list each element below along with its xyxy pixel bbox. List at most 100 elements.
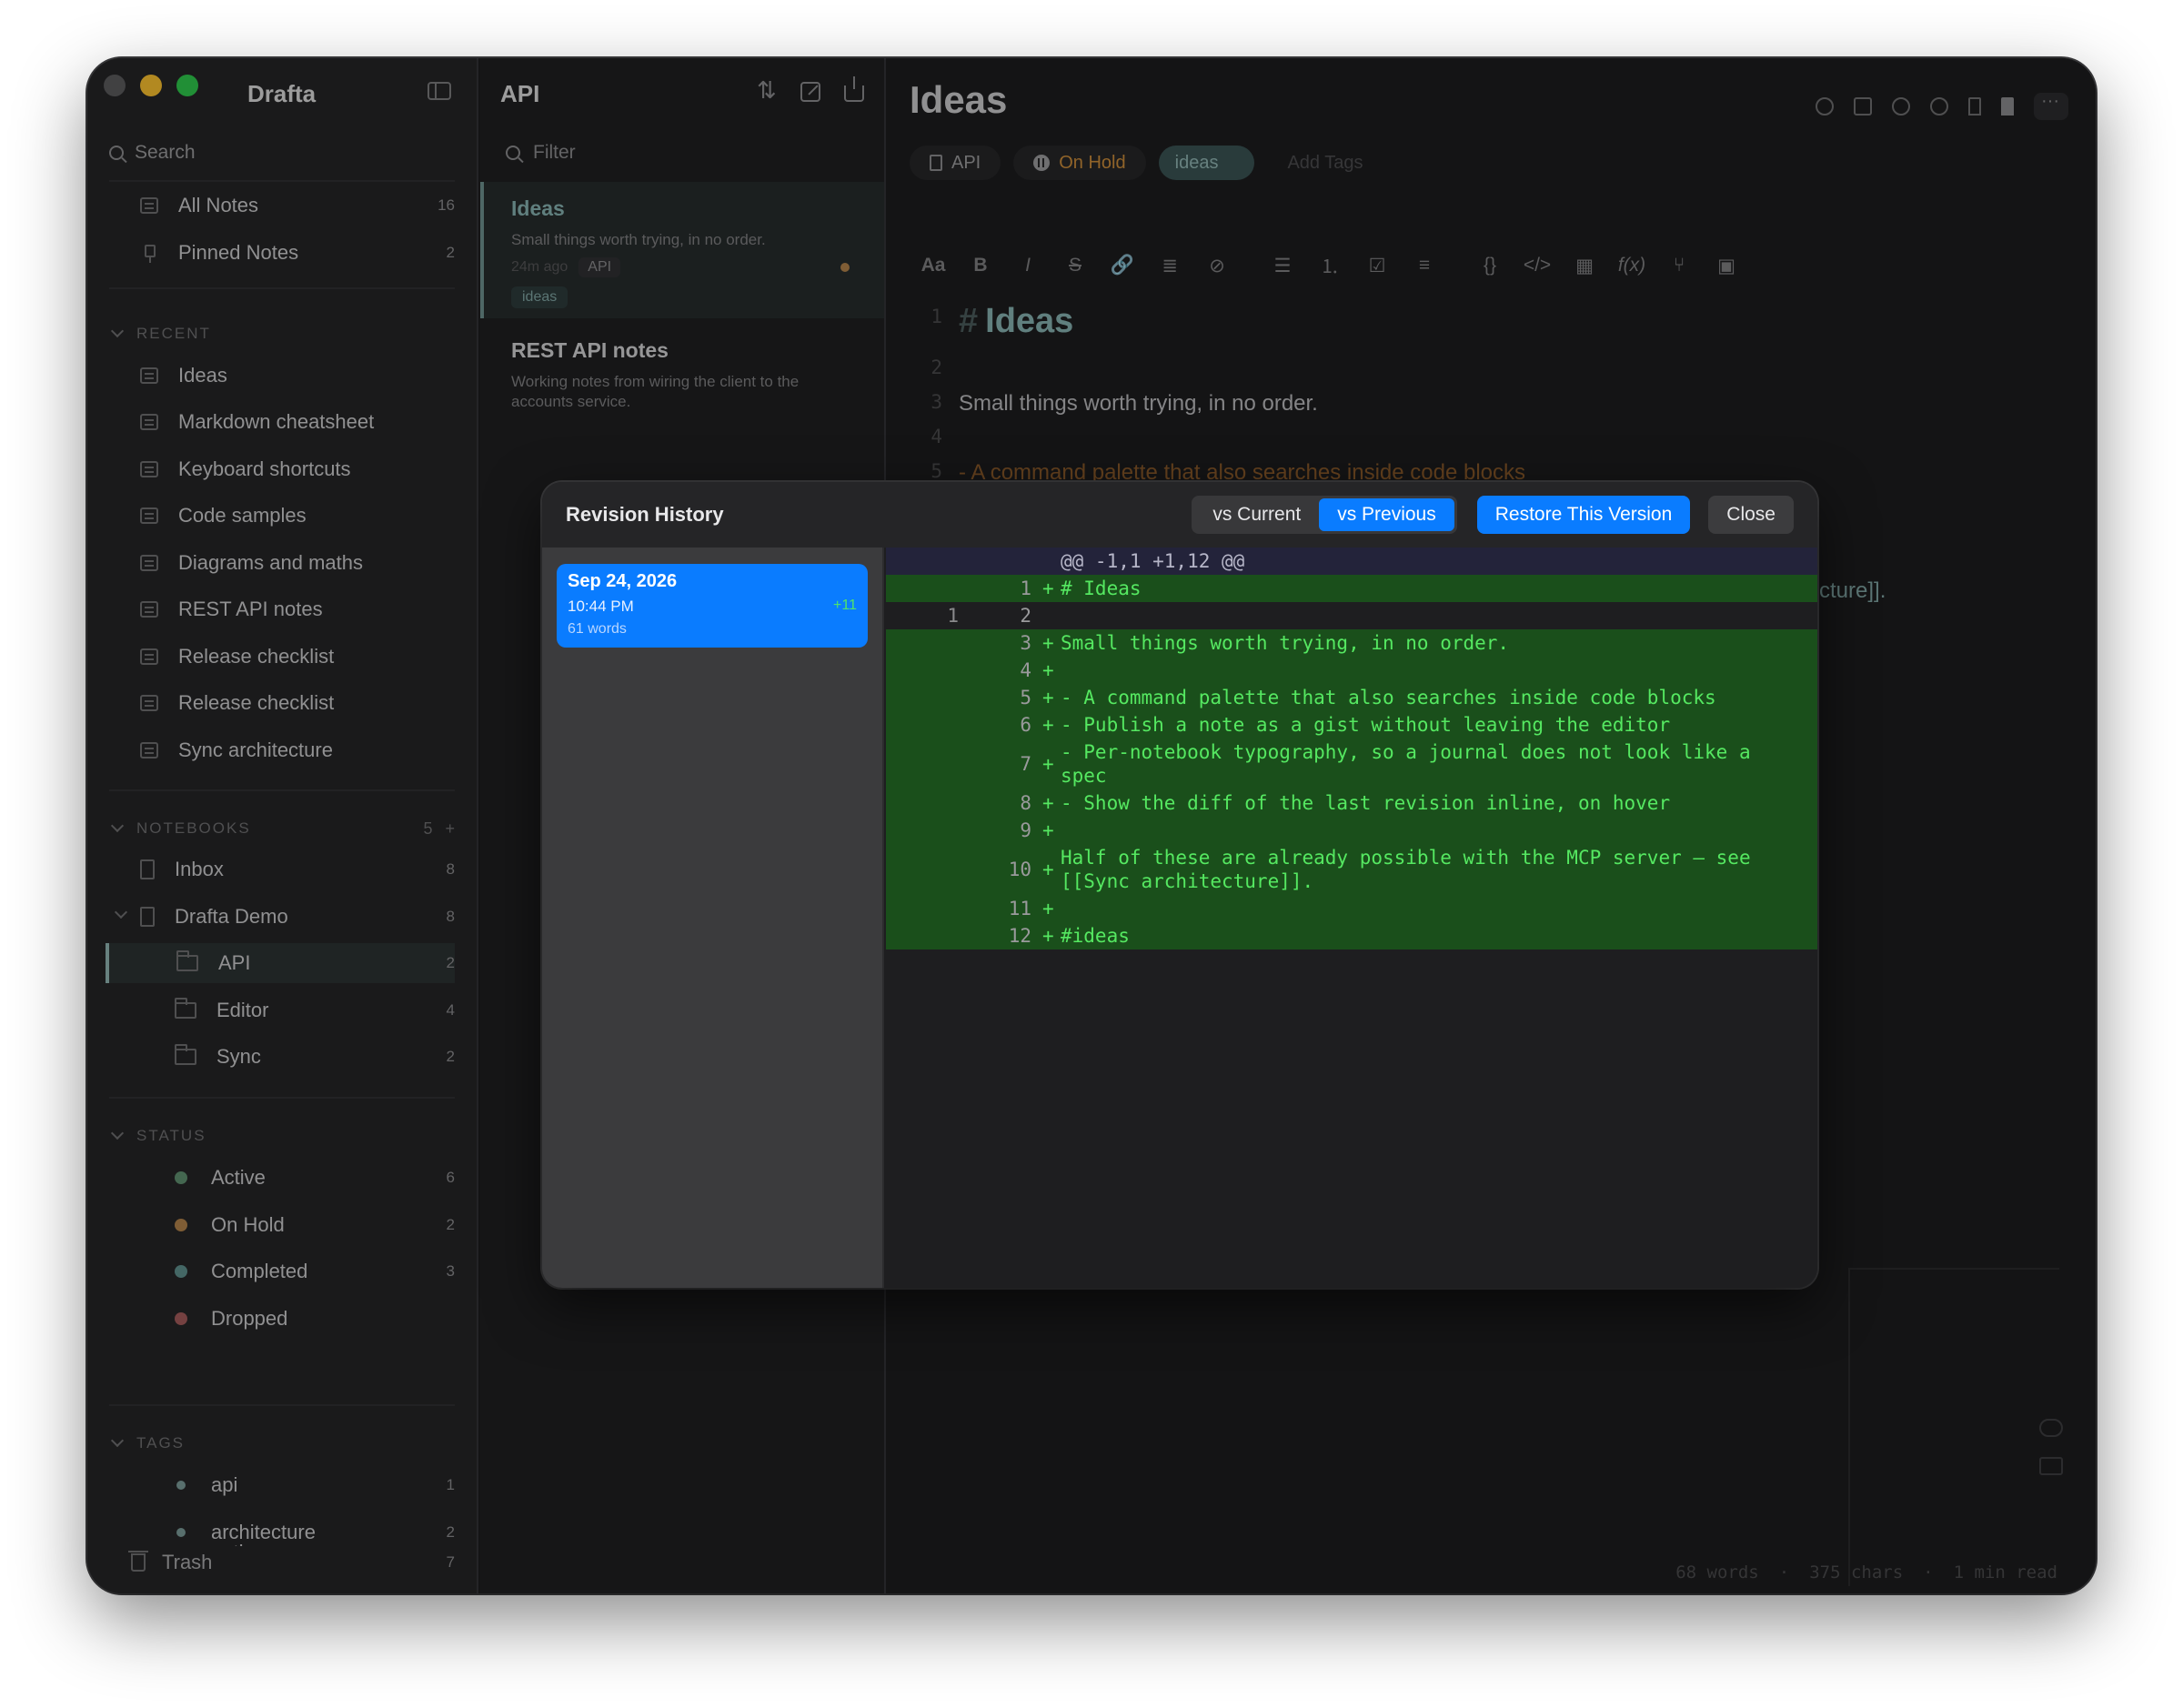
share-icon[interactable] [844, 76, 864, 102]
tag-chip[interactable]: ideas [1158, 146, 1255, 180]
new-note-icon[interactable] [800, 82, 820, 102]
note-card-rest-api-notes[interactable]: REST API notes Working notes from wiring… [480, 324, 884, 442]
sidebar-item-status-dropped[interactable]: Dropped [175, 1299, 455, 1339]
sidebar-item-trash[interactable]: Trash 7 [128, 1546, 455, 1579]
recent-item-label: Markdown cheatsheet [178, 410, 375, 433]
task-list-button[interactable]: ☑ [1353, 249, 1401, 282]
revision-item[interactable]: Sep 24, 2026 10:44 PM +11 61 words [557, 564, 868, 648]
sidebar-item-drafta-demo[interactable]: Drafta Demo 8 [114, 897, 455, 937]
diff-new-line-number: 2 [1020, 605, 1031, 627]
notebooks-count: 5 [423, 819, 433, 838]
diff-new-line-number: 7 [1020, 753, 1031, 775]
editor-wikilink-fragment[interactable]: cture]]. [1819, 578, 1886, 604]
outline-icon[interactable] [1854, 97, 1872, 116]
sidebar-item-sync[interactable]: Sync 2 [175, 1037, 455, 1077]
status-chip[interactable]: On Hold [1013, 146, 1146, 180]
close-button[interactable]: Close [1708, 496, 1794, 534]
editor-heading[interactable]: # Ideas [959, 302, 1073, 341]
recent-item[interactable]: REST API notes [140, 589, 455, 629]
sidebar-item-status-completed[interactable]: Completed 3 [175, 1251, 455, 1291]
vs-previous-button[interactable]: vs Previous [1319, 498, 1454, 531]
recent-item[interactable]: Keyboard shortcuts [140, 449, 455, 489]
image-button[interactable]: ▣ [1703, 249, 1750, 282]
recent-item[interactable]: Ideas [140, 356, 455, 396]
section-header-tags[interactable]: TAGS [110, 1430, 455, 1457]
word-count: 68 words [1675, 1562, 1759, 1582]
sidebar-item-api[interactable]: API 2 [106, 943, 455, 983]
chevron-down-icon [110, 324, 125, 338]
bookmark-icon[interactable] [1968, 97, 1981, 116]
link-button[interactable]: 🔗 [1099, 249, 1146, 282]
diff-line-text: - Per-notebook typography, so a journal … [1061, 741, 1763, 787]
section-label: STATUS [136, 1127, 206, 1144]
note-card-snippet: Working notes from wiring the client to … [511, 373, 800, 410]
table-button[interactable]: ▦ [1561, 249, 1608, 282]
revision-delta: +11 [833, 598, 857, 613]
branch-icon[interactable] [1930, 97, 1948, 116]
math-button[interactable]: f(x) [1608, 249, 1655, 282]
strikethrough-button[interactable]: S [1051, 249, 1099, 282]
recent-item[interactable]: Diagrams and maths [140, 543, 455, 583]
note-card-ideas[interactable]: Ideas Small things worth trying, in no o… [480, 182, 884, 318]
vs-current-button[interactable]: vs Current [1194, 498, 1319, 531]
diff-view: @@ -1,1 +1,12 @@ 1 + # Ideas 1 2 3 + Small thin… [886, 548, 1817, 1288]
note-title[interactable]: Ideas [910, 78, 1007, 122]
preview-eye-icon[interactable] [2039, 1419, 2063, 1437]
add-notebook-button[interactable]: + [445, 819, 455, 839]
sidebar-item-pinned-notes[interactable]: Pinned Notes 2 [140, 233, 455, 273]
inline-code-button[interactable]: </> [1514, 249, 1561, 282]
count-badge: 2 [446, 954, 455, 971]
recent-item[interactable]: Markdown cheatsheet [140, 402, 455, 442]
minimize-window-button[interactable] [140, 75, 162, 96]
note-icon [140, 461, 158, 477]
maximize-window-button[interactable] [176, 75, 198, 96]
section-header-notebooks[interactable]: NOTEBOOKS 5 + [110, 815, 455, 842]
sidebar-toggle-icon[interactable] [428, 82, 451, 100]
recent-item[interactable]: Code samples [140, 496, 455, 536]
sidebar-item-all-notes[interactable]: All Notes 16 [140, 186, 455, 226]
split-view-icon[interactable] [2039, 1457, 2063, 1475]
notebook-chip[interactable]: API [910, 146, 1001, 180]
tag-dot-icon [176, 1528, 186, 1537]
diff-sign: + [1042, 819, 1054, 841]
recent-item-label: Diagrams and maths [178, 551, 363, 574]
sort-icon[interactable] [757, 76, 777, 105]
section-header-status[interactable]: STATUS [110, 1122, 455, 1150]
recent-item[interactable]: Release checklist [140, 637, 455, 677]
section-header-recent[interactable]: RECENT [110, 320, 455, 347]
sidebar-item-status-on-hold[interactable]: On Hold 2 [175, 1205, 455, 1245]
sidebar-item-status-active[interactable]: Active 6 [175, 1158, 455, 1198]
diff-sign: + [1042, 898, 1054, 919]
text-style-button[interactable]: Aa [910, 249, 957, 282]
sidebar-item-inbox[interactable]: Inbox 8 [140, 849, 455, 889]
add-tags-input[interactable]: Add Tags [1267, 146, 1383, 180]
note-icon [140, 648, 158, 665]
italic-button[interactable]: I [1004, 249, 1051, 282]
filter-input[interactable]: Filter [506, 133, 576, 173]
search-input[interactable]: Search [109, 133, 455, 173]
recent-item[interactable]: Sync architecture [140, 730, 455, 770]
diagram-button[interactable]: ⑂ [1655, 249, 1703, 282]
pinned-bookmark-icon[interactable] [2001, 97, 2014, 116]
bullet-list-button[interactable]: ☰ [1259, 249, 1306, 282]
section-label: RECENT [136, 325, 211, 342]
numbered-list-button[interactable]: ⒈ [1306, 249, 1353, 282]
restore-version-button[interactable]: Restore This Version [1476, 496, 1691, 534]
code-block-button[interactable]: {} [1466, 249, 1514, 282]
sidebar-item-tag-api[interactable]: api 1 [175, 1465, 455, 1505]
quote-button[interactable]: ≡ [1401, 249, 1448, 282]
close-window-button[interactable] [104, 75, 126, 96]
clear-format-button[interactable]: ⊘ [1193, 249, 1241, 282]
bold-button[interactable]: B [957, 249, 1004, 282]
editor-line-3[interactable]: Small things worth trying, in no order. [959, 391, 1318, 417]
sidebar-item-editor[interactable]: Editor 4 [175, 990, 455, 1030]
info-icon[interactable] [1816, 97, 1834, 116]
chevron-down-icon[interactable] [114, 905, 128, 919]
recent-item[interactable]: Release checklist [140, 683, 455, 723]
sidebar-item-label: Dropped [211, 1307, 288, 1330]
wrap-button[interactable]: ≣ [1146, 249, 1193, 282]
revision-time: 10:44 PM [568, 598, 634, 615]
more-options-icon[interactable] [2034, 91, 2068, 120]
undo-icon[interactable] [1892, 97, 1910, 116]
compare-mode-segmented-control: vs Current vs Previous [1192, 496, 1457, 534]
